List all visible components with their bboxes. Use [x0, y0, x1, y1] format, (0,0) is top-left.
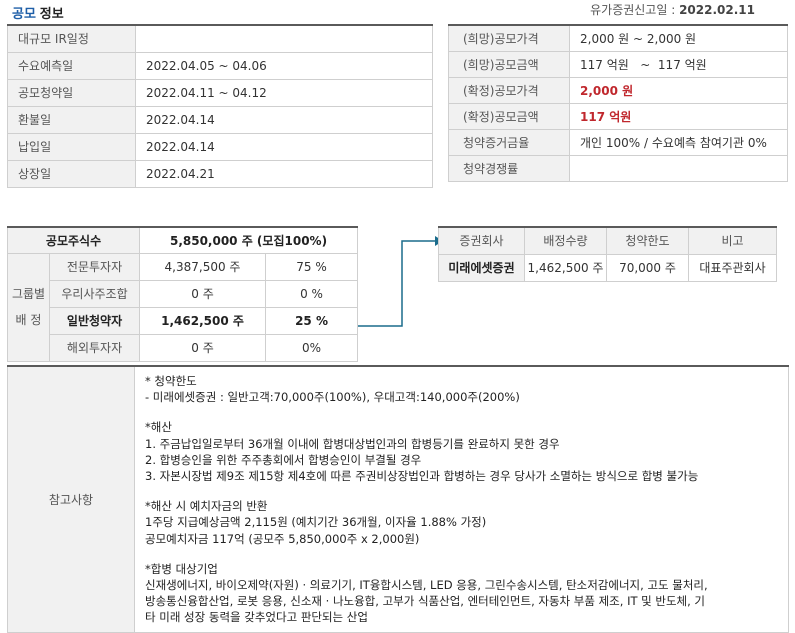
allocation-row-shares: 4,387,500 주 — [139, 252, 267, 281]
header-cell: 청약한도 — [606, 226, 689, 255]
notes-line: - 미래에셋증권 : 일반고객:70,000주(100%), 우대고객:140,… — [145, 390, 520, 405]
schedule-value: 2022.04.11 ~ 04.12 — [135, 78, 433, 107]
connector-arrow — [358, 236, 443, 327]
underwriter-name: 미래에셋증권 — [438, 253, 525, 282]
underwriter-row: 미래에셋증권 1,462,500 주 70,000 주 대표주관회사 — [438, 253, 777, 282]
allocation-row-label: 해외투자자 — [48, 333, 141, 362]
underwriter-table: 증권회사 배정수량 청약한도 비고 미래에셋증권 1,462,500 주 70,… — [438, 226, 777, 282]
notes-line: 1주당 지급예상금액 2,115원 (예치기간 36개월, 이자율 1.88% … — [145, 515, 487, 530]
allocation-row-shares: 0 주 — [139, 279, 267, 308]
notes-line: * 청약한도 — [145, 374, 197, 388]
group-label: 그룹별 배 정 — [7, 252, 50, 362]
underwriter-qty: 1,462,500 주 — [524, 253, 607, 282]
underwriter-note: 대표주관회사 — [688, 253, 777, 282]
notes-table: 참고사항 * 청약한도 - 미래에셋증권 : 일반고객:70,000주(100%)… — [7, 365, 789, 633]
notes-line: 신재생에너지, 바이오제약(자원) · 의료기기, IT융합시스템, LED 응… — [145, 578, 708, 593]
filing-date-label: 유가증권신고일 : — [590, 3, 676, 17]
pricing-label: (확정)공모가격 — [448, 76, 570, 104]
group-label-line1: 그룹별 — [11, 287, 46, 301]
notes-spacer — [145, 484, 778, 498]
pricing-table: (희망)공모가격 2,000 원 ~ 2,000 원 (희망)공모금액 117 억원 … — [448, 24, 788, 182]
notes-line: 공모예치자금 117억 (공모주 5,850,000주 x 2,000원) — [145, 531, 420, 546]
notes-line: 3. 자본시장법 제9조 제15항 제4호에 따른 주권비상장법인과 합병하는 … — [145, 469, 699, 484]
filing-date-value: 2022.02.11 — [679, 3, 755, 17]
notes-line: *합병 대상기업 — [145, 561, 218, 576]
notes-line: 2. 합병승인을 위한 주주총회에서 합병승인이 부결될 경우 — [145, 452, 422, 467]
header-cell: 배정수량 — [524, 226, 607, 255]
header-cell: 증권회사 — [438, 226, 525, 255]
schedule-row: 수요예측일 2022.04.05 ~ 04.06 — [7, 51, 433, 80]
pricing-value: 117 억원 — [569, 102, 788, 130]
schedule-label: 대규모 IR일정 — [7, 24, 136, 53]
notes-content: * 청약한도 - 미래에셋증권 : 일반고객:70,000주(100%), 우대고… — [134, 365, 789, 633]
schedule-row: 대규모 IR일정 — [7, 24, 433, 53]
underwriter-limit: 70,000 주 — [606, 253, 689, 282]
schedule-row: 공모청약일 2022.04.11 ~ 04.12 — [7, 78, 433, 107]
allocation-row-pct: 25 % — [265, 306, 359, 335]
allocation-row-pct: 0% — [265, 333, 359, 362]
notes-spacer — [145, 547, 778, 561]
schedule-value — [135, 24, 433, 53]
section-title-part2: 정보 — [39, 7, 64, 22]
pricing-row: (희망)공모가격 2,000 원 ~ 2,000 원 — [448, 24, 788, 52]
pricing-label: (희망)공모금액 — [448, 50, 570, 78]
allocation-row: 그룹별 배 정 전문투자자 4,387,500 주 75 % — [7, 252, 359, 362]
notes-spacer — [145, 405, 778, 419]
pricing-label: (확정)공모금액 — [448, 102, 570, 130]
underwriter-header-row: 증권회사 배정수량 청약한도 비고 — [438, 226, 777, 255]
notes-line: 타 미래 성장 동력을 갖추었다고 판단되는 산업 — [145, 610, 368, 625]
allocation-table: 공모주식수 5,850,000 주 (모집100%) 그룹별 배 정 전문투자자… — [6, 226, 359, 362]
pricing-row: 청약경쟁률 — [448, 154, 788, 182]
allocation-row: 해외투자자 0 주 0% — [8, 333, 359, 362]
allocation-row: 일반청약자 1,462,500 주 25 % — [8, 306, 359, 335]
pricing-value: 2,000 원 ~ 2,000 원 — [569, 24, 788, 52]
allocation-row-label: 우리사주조합 — [48, 279, 141, 308]
header-cell: 비고 — [688, 226, 777, 255]
pricing-row: (확정)공모가격 2,000 원 — [448, 76, 788, 104]
pricing-label: 청약경쟁률 — [448, 154, 570, 182]
pricing-row: (확정)공모금액 117 억원 — [448, 102, 788, 130]
pricing-row: (희망)공모금액 117 억원 ~ 117 억원 — [448, 50, 788, 78]
pricing-label: 청약증거금율 — [448, 128, 570, 156]
pricing-value — [569, 154, 788, 182]
pricing-row: 청약증거금율 개인 100% / 수요예측 참여기관 0% — [448, 128, 788, 156]
allocation-total-value: 5,850,000 주 (모집100%) — [139, 226, 359, 254]
allocation-row-label: 전문투자자 — [48, 252, 141, 281]
allocation-row-pct: 75 % — [265, 252, 359, 281]
notes-line: 방송통신융합산업, 로봇 응용, 신소재 · 나노융합, 고부가 식품산업, 엔… — [145, 594, 706, 609]
pricing-value: 개인 100% / 수요예측 참여기관 0% — [569, 128, 788, 156]
schedule-value: 2022.04.05 ~ 04.06 — [135, 51, 433, 80]
allocation-row-label: 일반청약자 — [48, 306, 141, 335]
notes-line: *해산 시 예치자금의 반환 — [145, 499, 268, 514]
notes-line: *해산 — [145, 420, 172, 435]
allocation-row-pct: 0 % — [265, 279, 359, 308]
pricing-label: (희망)공모가격 — [448, 24, 570, 52]
allocation-total-row: 공모주식수 5,850,000 주 (모집100%) — [6, 226, 359, 254]
schedule-label: 환불일 — [7, 105, 136, 134]
schedule-value: 2022.04.21 — [135, 159, 433, 188]
notes-line: 1. 주금납입일로부터 36개월 이내에 합병대상법인과의 합병등기를 완료하지… — [145, 436, 560, 451]
section-title: 공모 정보 — [12, 3, 64, 22]
allocation-row-shares: 0 주 — [139, 333, 267, 362]
schedule-row: 환불일 2022.04.14 — [7, 105, 433, 134]
schedule-row: 상장일 2022.04.21 — [7, 159, 433, 188]
filing-date: 유가증권신고일 : 2022.02.11 — [590, 1, 755, 18]
schedule-table: 대규모 IR일정 수요예측일 2022.04.05 ~ 04.06 공모청약일 2022… — [7, 24, 433, 188]
schedule-label: 공모청약일 — [7, 78, 136, 107]
allocation-row-shares: 1,462,500 주 — [139, 306, 267, 335]
group-label-line2: 배 정 — [15, 313, 42, 327]
schedule-label: 납입일 — [7, 132, 136, 161]
allocation-row: 우리사주조합 0 주 0 % — [8, 279, 359, 308]
section-title-part1: 공모 — [12, 7, 36, 22]
pricing-value: 117 억원 ~ 117 억원 — [569, 50, 788, 78]
schedule-value: 2022.04.14 — [135, 105, 433, 134]
schedule-label: 상장일 — [7, 159, 136, 188]
pricing-value: 2,000 원 — [569, 76, 788, 104]
schedule-value: 2022.04.14 — [135, 132, 433, 161]
notes-label: 참고사항 — [7, 365, 135, 633]
allocation-total-label: 공모주식수 — [6, 226, 141, 254]
schedule-label: 수요예측일 — [7, 51, 136, 80]
schedule-row: 납입일 2022.04.14 — [7, 132, 433, 161]
